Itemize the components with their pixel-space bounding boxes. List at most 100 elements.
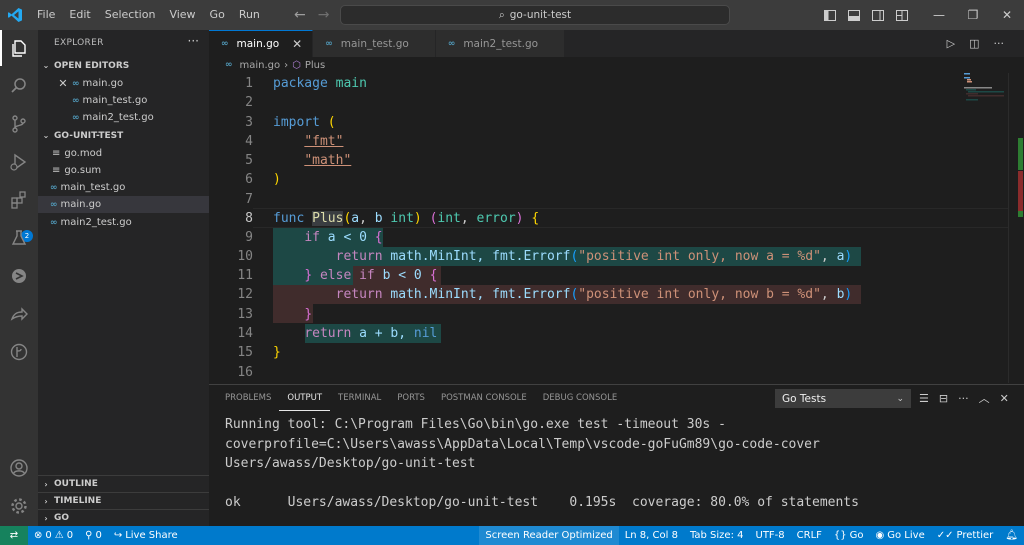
chevron-down-icon: ⌄ [42,131,50,140]
end-of-line[interactable]: CRLF [791,526,828,545]
live-share-icon[interactable] [0,296,38,332]
back-arrow-icon[interactable]: ← [294,7,306,23]
manage-gear-icon[interactable] [0,488,38,524]
broadcast-icon: ◉ [875,530,885,541]
open-editor-item[interactable]: ✕ ∞ main.go [38,75,209,92]
output-line: Running tool: C:\Program Files\Go\bin\go… [225,417,726,432]
command-center-search[interactable]: ⌕ go-unit-test [340,5,730,25]
menu-file[interactable]: File [30,0,62,30]
file-item-selected[interactable]: ∞ main.go [38,196,209,213]
encoding[interactable]: UTF-8 [750,526,791,545]
file-item[interactable]: ∞ main_test.go [38,179,209,196]
output-log[interactable]: Running tool: C:\Program Files\Go\bin\go… [225,415,1015,513]
file-item[interactable]: ≡ go.mod [38,145,209,162]
language-mode[interactable]: {} Go [828,526,870,545]
code-editor[interactable]: 1 package main 2 3 import ( 4 "fmt" 5 "mat… [209,73,1009,383]
ports-status[interactable]: ⚲ 0 [79,526,108,545]
open-editor-item[interactable]: ∞ main_test.go [38,92,209,109]
screen-reader-status[interactable]: Screen Reader Optimized [479,526,619,545]
tab-ports[interactable]: PORTS [389,385,433,411]
explorer-sidebar: EXPLORER ··· ⌄ OPEN EDITORS ✕ ∞ main.go ∞ ma… [38,30,209,526]
account-icon[interactable] [0,450,38,486]
more-actions-icon[interactable]: ··· [994,37,1005,50]
search-icon[interactable] [0,68,38,104]
remote-explorer-icon[interactable] [0,258,38,294]
file-item[interactable]: ∞ main2_test.go [38,214,209,231]
breadcrumb-file[interactable]: main.go [240,60,281,71]
menu-run[interactable]: Run [232,0,267,30]
source-control-icon[interactable] [0,106,38,142]
split-editor-icon[interactable]: ◫ [969,37,979,50]
minimap[interactable] [958,73,1008,383]
line-number: 7 [245,192,253,207]
output-channel-select[interactable]: Go Tests ⌄ [775,389,911,408]
tab-problems[interactable]: PROBLEMS [217,385,279,411]
problems-status[interactable]: ⊗ 0 ⚠ 0 [28,526,79,545]
list-filter-icon[interactable]: ☰ [919,392,929,405]
warning-count: 0 [66,530,74,541]
cursor-position[interactable]: Ln 8, Col 8 [619,526,684,545]
close-icon[interactable]: ✕ [292,37,302,51]
maximize-panel-icon[interactable]: ︿ [979,390,990,406]
tab-main-test-go[interactable]: ∞ main_test.go [313,30,436,57]
go-live-status[interactable]: ◉ Go Live [870,526,931,545]
prettier-status[interactable]: ✓✓ Prettier [931,526,1000,545]
code-line: 16 [209,363,1009,382]
open-editors-section[interactable]: ⌄ OPEN EDITORS [38,57,209,74]
tab-terminal[interactable]: TERMINAL [330,385,389,411]
extensions-icon[interactable] [0,182,38,218]
activity-bar: 2 [0,30,38,526]
punct: ) [515,211,524,226]
project-section[interactable]: ⌄ GO-UNIT-TEST [38,127,209,144]
remote-indicator-icon[interactable]: ⇄ [0,526,28,545]
tab-main2-test-go[interactable]: ∞ main2_test.go [435,30,566,57]
explorer-icon[interactable] [0,30,38,66]
notifications-bell-icon[interactable]: 🔔︎ [999,526,1024,545]
run-play-icon[interactable]: ▷ [947,37,955,50]
menu-view[interactable]: View [162,0,202,30]
live-share-status[interactable]: ↪ Live Share [108,526,184,545]
punct: { [374,230,383,245]
line-number: 15 [237,345,253,360]
close-window-icon[interactable]: ✕ [990,0,1024,30]
more-actions-icon[interactable]: ··· [188,34,199,48]
chevron-right-icon: › [44,513,48,523]
restore-icon[interactable]: ❐ [956,0,990,30]
tab-output[interactable]: OUTPUT [279,385,331,411]
file-label: main_test.go [82,95,148,106]
code-line: 15} [209,343,1009,362]
open-editor-item[interactable]: ∞ main2_test.go [38,109,209,126]
toggle-primary-sidebar-icon[interactable] [818,0,842,30]
tab-debug-console[interactable]: DEBUG CONSOLE [535,385,625,411]
type: int [390,211,414,226]
menu-go[interactable]: Go [203,0,232,30]
tab-label: main_test.go [340,37,409,50]
tab-size[interactable]: Tab Size: 4 [684,526,750,545]
line-number: 13 [237,307,253,322]
file-item[interactable]: ≡ go.sum [38,162,209,179]
tab-main-go[interactable]: ∞ main.go ✕ [209,30,314,57]
go-section[interactable]: › GO [38,509,209,526]
minimize-icon[interactable]: — [922,0,956,30]
more-actions-icon[interactable]: ··· [958,392,969,405]
toggle-secondary-sidebar-icon[interactable] [866,0,890,30]
close-panel-icon[interactable]: ✕ [1000,392,1009,405]
forward-arrow-icon[interactable]: → [318,7,330,23]
git-graph-icon[interactable] [0,334,38,370]
tab-postman-console[interactable]: POSTMAN CONSOLE [433,385,535,411]
lock-scroll-icon[interactable]: ⊟ [939,392,948,405]
customize-layout-icon[interactable] [890,0,914,30]
code-line: 7 [209,190,1009,209]
menu-selection[interactable]: Selection [98,0,163,30]
close-icon[interactable]: ✕ [58,77,68,90]
toggle-panel-icon[interactable] [842,0,866,30]
go-file-icon: ∞ [50,182,58,193]
breadcrumb-symbol[interactable]: Plus [305,60,325,71]
run-debug-icon[interactable] [0,144,38,180]
testing-flask-icon[interactable] [0,220,38,256]
menu-edit[interactable]: Edit [62,0,97,30]
punct: { [429,268,438,283]
outline-section[interactable]: › OUTLINE [38,475,209,492]
timeline-section[interactable]: › TIMELINE [38,492,209,509]
